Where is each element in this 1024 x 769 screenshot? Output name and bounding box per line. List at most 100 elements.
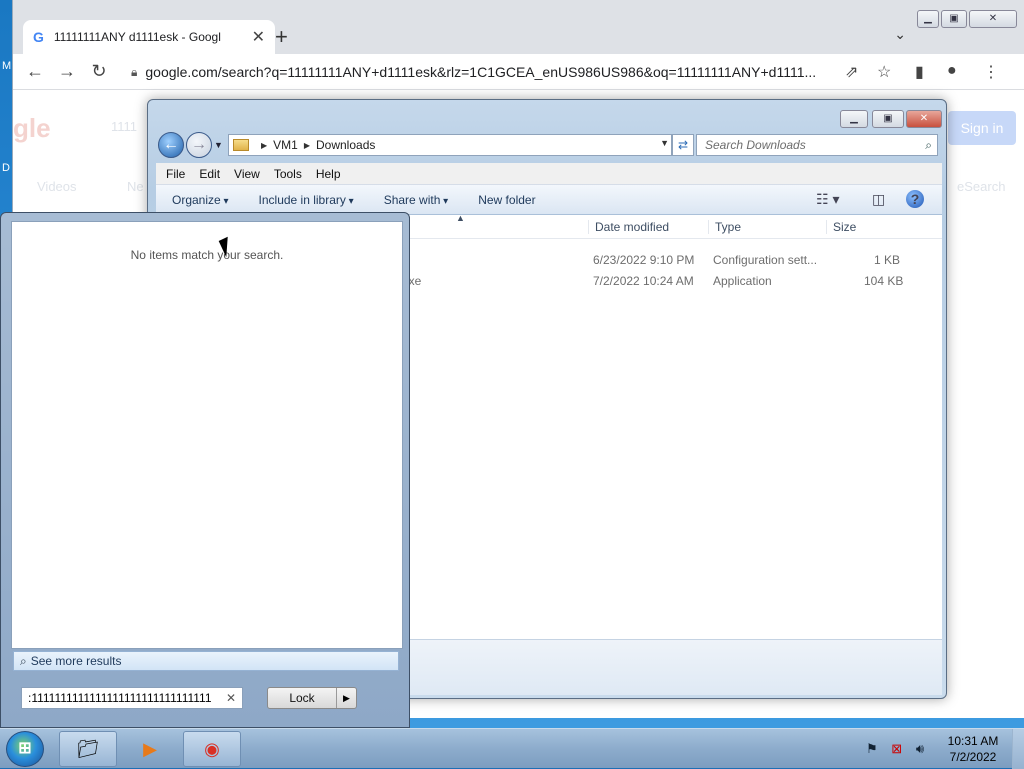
power-options-arrow-icon[interactable]: ▶ [336,688,356,708]
search-icon: ⌕ [20,653,27,668]
side-panel-icon[interactable]: ▮ [915,62,924,82]
tab-close-button[interactable]: ✕ [252,27,265,47]
folder-icon: 📁︎ [76,739,100,759]
taskbar-media-player-button[interactable]: ▶ [121,731,179,767]
preview-pane-icon[interactable]: ◫ [872,191,885,208]
explorer-address-bar[interactable]: ▶ VM1 ▶ Downloads ▼ [228,134,672,156]
file-date: 7/2/2022 10:24 AM [593,274,694,288]
recent-pages-dropdown[interactable]: ▼ [214,140,223,150]
explorer-minimize-button[interactable]: ▁ [840,110,868,128]
back-icon[interactable]: ← [19,61,51,82]
tab-strip: G 11111111ANY d1111esk - Googl ✕ + ⌄ ▁ ▣… [13,0,1024,54]
explorer-search-input[interactable]: Search Downloads ⌕ [696,134,938,156]
file-type: Application [713,274,772,288]
search-query-text: :1111111111111111111111111111111 [28,691,212,705]
folder-icon [233,139,249,151]
breadcrumb-arrow-icon[interactable]: ▶ [261,141,267,150]
breadcrumb-vm1[interactable]: VM1 [273,138,298,152]
google-logo: gle [13,113,51,143]
breadcrumb-arrow-icon[interactable]: ▶ [304,141,310,150]
file-size: 1 KB [874,253,901,267]
menu-view[interactable]: View [234,167,260,181]
column-date-modified[interactable]: Date modified [588,220,669,234]
tab-title: 11111111ANY d1111esk - Googl [53,30,221,44]
tab-search-icon[interactable]: ⌄ [894,26,906,43]
back-button[interactable]: ← [158,132,184,158]
file-date: 6/23/2022 9:10 PM [593,253,695,267]
column-size[interactable]: Size [826,220,856,234]
maximize-button[interactable]: ▣ [941,10,967,28]
chrome-icon: ◉ [204,739,220,759]
clear-search-icon[interactable]: ✕ [226,691,236,705]
desktop-text: D [2,162,10,174]
address-dropdown-icon[interactable]: ▼ [660,138,669,148]
menu-file[interactable]: File [166,167,185,181]
search-results-list: No items match your search. [11,221,403,649]
explorer-maximize-button[interactable]: ▣ [872,110,904,128]
taskbar: ⊞ 📁︎ ▶ ◉ ⚑ ⊠ 🔊︎ 10:31 AM 7/2/2022 [0,728,1024,769]
help-icon[interactable]: ? [906,190,924,208]
forward-icon[interactable]: → [51,61,83,82]
menu-tools[interactable]: Tools [274,167,302,181]
include-in-library-button[interactable]: Include in library [259,193,354,207]
share-with-button[interactable]: Share with [384,193,449,207]
search-query-ghost: 1111 [111,119,138,134]
google-favicon-icon: G [33,29,44,45]
menu-edit[interactable]: Edit [199,167,220,181]
see-more-label: See more results [30,654,122,668]
taskbar-explorer-button[interactable]: 📁︎ [59,731,117,767]
menu-icon[interactable]: ⋮ [983,62,999,82]
action-center-icon[interactable]: ⚑ [866,741,878,756]
menu-bar: File Edit View Tools Help [156,163,942,185]
new-folder-button[interactable]: New folder [478,193,535,207]
url-text: google.com/search?q=11111111ANY+d1111esk… [145,64,817,80]
start-menu-search-panel: No items match your search. ⌕ See more r… [0,212,410,728]
file-size: 104 KB [864,274,904,288]
address-bar[interactable]: 🔒︎ google.com/search?q=11111111ANY+d1111… [131,58,829,86]
show-desktop-button[interactable] [1012,729,1024,769]
refresh-button[interactable]: ⇄ [672,134,694,156]
close-button[interactable]: ✕ [969,10,1017,28]
tab-news[interactable]: Ne [127,179,144,194]
system-clock[interactable]: 10:31 AM 7/2/2022 [940,733,1006,765]
desktop-text: M [2,60,12,72]
new-tab-button[interactable]: + [275,24,288,50]
network-icon[interactable]: ⊠ [891,741,902,756]
notification-area: ⚑ ⊠ 🔊︎ [866,741,934,757]
start-button[interactable]: ⊞ [6,731,44,767]
lock-icon: 🔒︎ [131,64,138,79]
forward-button[interactable]: → [186,132,212,158]
reload-icon[interactable]: ↻ [83,61,115,82]
file-type: Configuration sett... [713,253,818,267]
start-search-input[interactable]: :1111111111111111111111111111111 ✕ [21,687,243,709]
navigation-bar: ← → ▼ ▶ VM1 ▶ Downloads ▼ ⇄ Search Downl… [156,132,942,162]
view-options-icon[interactable]: ☷ ▾ [816,191,839,208]
tab-videos[interactable]: Videos [37,179,77,194]
command-bar: Organize Include in library Share with N… [156,185,942,215]
lock-button[interactable]: Lock ▶ [267,687,357,709]
browser-toolbar: ← → ↻ 🔒︎ google.com/search?q=11111111ANY… [13,54,1024,90]
sign-in-button[interactable]: Sign in [948,111,1016,145]
share-icon[interactable]: ⇗ [845,62,858,82]
media-player-icon: ▶ [143,739,157,759]
browser-tab[interactable]: G 11111111ANY d1111esk - Googl ✕ [23,20,275,54]
explorer-close-button[interactable]: ✕ [906,110,942,128]
minimize-button[interactable]: ▁ [917,10,939,28]
safesearch-text: eSearch [957,179,1006,194]
lock-label: Lock [289,691,315,705]
profile-icon[interactable]: ● [947,62,957,80]
bookmark-star-icon[interactable]: ☆ [877,62,891,82]
sort-arrow-icon: ▲ [456,213,465,223]
search-icon[interactable]: ⌕ [925,135,932,155]
clock-time: 10:31 AM [947,734,999,748]
volume-icon[interactable]: 🔊︎ [916,741,924,756]
no-results-message: No items match your search. [130,248,284,262]
see-more-results-link[interactable]: ⌕ See more results [13,651,399,671]
clock-date: 7/2/2022 [949,750,997,764]
organize-button[interactable]: Organize [172,193,229,207]
column-type[interactable]: Type [708,220,741,234]
menu-help[interactable]: Help [316,167,341,181]
breadcrumb-downloads[interactable]: Downloads [316,138,375,152]
taskbar-chrome-button[interactable]: ◉ [183,731,241,767]
search-placeholder: Search Downloads [705,138,806,152]
